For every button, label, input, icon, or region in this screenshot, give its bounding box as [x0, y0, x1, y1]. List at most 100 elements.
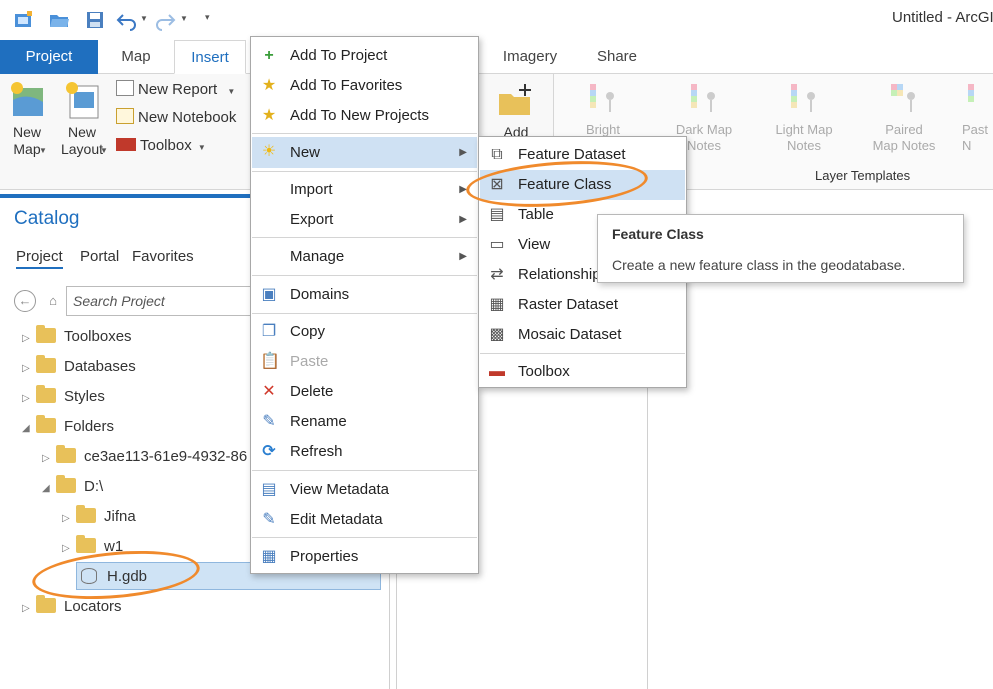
w1-folder-icon: [76, 535, 96, 553]
menu-add-to-project[interactable]: + Add To Project: [252, 41, 477, 71]
menu-import[interactable]: Import ▶: [252, 175, 477, 205]
sun-icon: ☀: [261, 143, 277, 160]
menu-separator: [252, 275, 477, 276]
menu-separator: [480, 353, 685, 354]
catalog-tab-favorites[interactable]: Favorites: [132, 248, 194, 265]
properties-icon: ▦: [261, 548, 277, 565]
tree-item-styles[interactable]: ▷ Styles: [22, 383, 105, 411]
tree-item-d-drive[interactable]: ◢ D:\: [42, 473, 103, 501]
menu-domains[interactable]: ▣ Domains: [252, 280, 477, 310]
menu-separator: [252, 537, 477, 538]
menu-view-metadata[interactable]: ▤ View Metadata: [252, 475, 477, 505]
undo-icon[interactable]: [116, 9, 138, 31]
toolbox-icon: [116, 138, 136, 151]
menu-properties[interactable]: ▦ Properties: [252, 542, 477, 572]
new-layout-dropdown-icon[interactable]: ▼: [100, 146, 108, 155]
template-bright[interactable]: Bright: [570, 82, 636, 138]
app-title: Untitled - ArcGI: [892, 9, 993, 26]
table-icon: ▤: [489, 206, 505, 223]
feature-dataset-icon: ⧉: [491, 146, 503, 163]
menu-delete[interactable]: ✕ Delete: [252, 377, 477, 407]
template-paired-map-notes-icon: [891, 84, 915, 112]
submenu-mosaic-dataset[interactable]: ▩ Mosaic Dataset: [480, 320, 685, 350]
menu-copy[interactable]: ❐ Copy: [252, 317, 477, 347]
tab-map[interactable]: Map: [104, 40, 168, 74]
mosaic-dataset-icon: ▩: [489, 326, 505, 343]
menu-new[interactable]: ☀ New ▶: [252, 137, 477, 168]
tooltip-description: Create a new feature class in the geodat…: [612, 257, 906, 273]
redo-dropdown-icon[interactable]: ▼: [180, 14, 188, 23]
folders-folder-icon: [36, 415, 56, 433]
star-icon: ★: [261, 77, 277, 94]
raster-dataset-icon: ▦: [489, 296, 505, 313]
template-light-map-notes[interactable]: Light Map Notes: [764, 82, 844, 154]
menu-add-to-new-projects[interactable]: ★ Add To New Projects: [252, 101, 477, 131]
catalog-tab-portal[interactable]: Portal: [80, 248, 119, 265]
tooltip-title: Feature Class: [612, 226, 704, 242]
submenu-arrow-icon: ▶: [459, 251, 467, 262]
catalog-tab-project[interactable]: Project: [16, 248, 63, 269]
collapse-icon[interactable]: ◢: [42, 475, 56, 503]
tree-item-toolboxes[interactable]: ▷ Toolboxes: [22, 323, 132, 351]
new-map-dropdown-icon[interactable]: ▼: [39, 146, 47, 155]
new-report-dropdown-icon: ▼: [227, 87, 236, 96]
save-project-icon[interactable]: [84, 9, 106, 31]
expand-icon[interactable]: ▷: [42, 445, 56, 473]
collapse-icon[interactable]: ◢: [22, 415, 36, 443]
menu-separator: [252, 133, 477, 134]
locators-folder-icon: [36, 595, 56, 613]
expand-icon[interactable]: ▷: [22, 595, 36, 623]
template-paired-map-notes[interactable]: Paired Map Notes: [866, 82, 942, 154]
new-notebook-button[interactable]: New Notebook: [116, 108, 236, 126]
expand-icon[interactable]: ▷: [62, 505, 76, 533]
paste-icon: 📋: [260, 353, 280, 370]
tree-item-databases[interactable]: ▷ Databases: [22, 353, 136, 381]
home-icon[interactable]: ⌂: [44, 290, 62, 312]
toolbox-icon: ▬: [489, 363, 505, 380]
add-folder-button[interactable]: Add: [494, 80, 538, 141]
tree-item-jifna[interactable]: ▷ Jifna: [62, 503, 136, 531]
expand-icon[interactable]: ▷: [22, 385, 36, 413]
back-icon[interactable]: ←: [14, 290, 36, 312]
tree-item-home-folder[interactable]: ▷ ce3ae113-61e9-4932-86: [42, 443, 247, 471]
submenu-raster-dataset[interactable]: ▦ Raster Dataset: [480, 290, 685, 320]
undo-dropdown-icon[interactable]: ▼: [140, 14, 148, 23]
relationship-icon: ⇄: [490, 266, 504, 283]
jifna-folder-icon: [76, 505, 96, 523]
home-folder-icon: [56, 445, 76, 463]
toolbox-dropdown-icon: ▼: [197, 143, 206, 152]
toolbox-button[interactable]: Toolbox ▼: [116, 137, 206, 154]
menu-edit-metadata[interactable]: ✎ Edit Metadata: [252, 505, 477, 535]
new-report-button[interactable]: New Report ▼: [116, 80, 235, 98]
menu-manage[interactable]: Manage ▶: [252, 242, 477, 272]
databases-folder-icon: [36, 355, 56, 373]
redo-icon[interactable]: [154, 9, 176, 31]
quick-access-toolbar: ▼ ▼ ▾ Untitled - ArcGI: [0, 0, 993, 40]
template-dark-map-notes-icon: [691, 84, 715, 112]
submenu-toolbox[interactable]: ▬ Toolbox: [480, 357, 685, 387]
menu-separator: [252, 313, 477, 314]
copy-icon: ❐: [261, 323, 277, 340]
expand-icon[interactable]: ▷: [22, 355, 36, 383]
template-pastel[interactable]: Past N: [962, 82, 993, 154]
pencil-icon: ✎: [262, 413, 276, 430]
expand-icon[interactable]: ▷: [22, 325, 36, 353]
template-bright-icon: [590, 84, 614, 112]
new-project-icon[interactable]: [12, 9, 34, 31]
customize-qat-icon[interactable]: ▾: [205, 12, 210, 23]
template-light-map-notes-icon: [791, 84, 815, 112]
metadata-icon: ▤: [261, 481, 277, 498]
tab-imagery[interactable]: Imagery: [490, 40, 570, 74]
menu-export[interactable]: Export ▶: [252, 205, 477, 235]
tab-insert[interactable]: Insert: [174, 40, 246, 74]
menu-rename[interactable]: ✎ Rename: [252, 407, 477, 437]
domains-icon: ▣: [261, 286, 277, 303]
tree-item-folders[interactable]: ◢ Folders: [22, 413, 114, 441]
menu-refresh[interactable]: ⟳ Refresh: [252, 437, 477, 467]
open-project-icon[interactable]: [48, 9, 70, 31]
context-menu: + Add To Project ★ Add To Favorites ★ Add T…: [250, 36, 479, 574]
menu-add-to-favorites[interactable]: ★ Add To Favorites: [252, 71, 477, 101]
menu-paste[interactable]: 📋 Paste: [252, 347, 477, 377]
tab-project[interactable]: Project: [0, 40, 98, 74]
tab-share[interactable]: Share: [585, 40, 649, 74]
